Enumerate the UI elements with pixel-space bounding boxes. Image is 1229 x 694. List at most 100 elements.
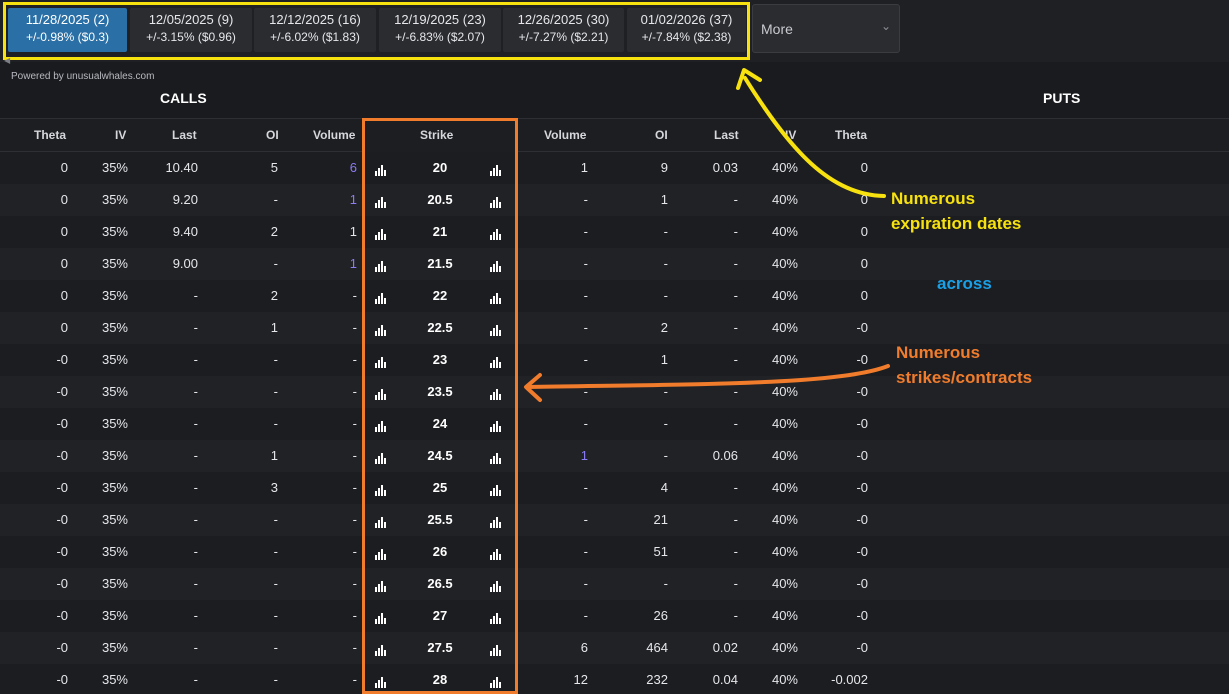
call-chart-icon[interactable] bbox=[375, 643, 386, 656]
put-chart-icon[interactable] bbox=[490, 643, 501, 656]
call-chart-icon[interactable] bbox=[375, 355, 386, 368]
call-chart-icon[interactable] bbox=[375, 675, 386, 688]
table-row[interactable]: -0 35% - - -12 232 0.04 40% -0.002 bbox=[0, 664, 1229, 694]
header-put-iv[interactable]: IV bbox=[785, 128, 796, 142]
cell-call-iv: 35% bbox=[101, 288, 128, 303]
strike-price: 25 bbox=[432, 480, 448, 495]
table-row[interactable]: -0 35% -1-1-0.06 40% -0 bbox=[0, 440, 1229, 472]
strike-cell[interactable]: 21 bbox=[365, 216, 515, 248]
call-chart-icon[interactable] bbox=[375, 227, 386, 240]
put-chart-icon[interactable] bbox=[490, 547, 501, 560]
header-put-last[interactable]: Last bbox=[714, 128, 739, 142]
table-row[interactable]: 0 35% 9.20-1-1-40% 0 bbox=[0, 184, 1229, 216]
call-chart-icon[interactable] bbox=[375, 163, 386, 176]
expiration-tab-11-28-2025[interactable]: 11/28/2025 (2) +/-0.98% ($0.3) bbox=[8, 8, 127, 52]
strike-cell[interactable]: 25 bbox=[365, 472, 515, 504]
put-chart-icon[interactable] bbox=[490, 483, 501, 496]
expiration-tab-12-19-2025[interactable]: 12/19/2025 (23) +/-6.83% ($2.07) bbox=[379, 8, 501, 52]
header-call-theta[interactable]: Theta bbox=[34, 128, 66, 142]
cell-call-iv: 35% bbox=[101, 672, 128, 687]
expiration-tab-01-02-2026[interactable]: 01/02/2026 (37) +/-7.84% ($2.38) bbox=[627, 8, 746, 52]
expected-move: +/-3.15% ($0.96) bbox=[146, 30, 236, 44]
call-chart-icon[interactable] bbox=[375, 323, 386, 336]
call-chart-icon[interactable] bbox=[375, 483, 386, 496]
put-chart-icon[interactable] bbox=[490, 579, 501, 592]
call-chart-icon[interactable] bbox=[375, 387, 386, 400]
header-strike[interactable]: Strike bbox=[420, 128, 453, 142]
put-chart-icon[interactable] bbox=[490, 323, 501, 336]
put-chart-icon[interactable] bbox=[490, 515, 501, 528]
put-chart-icon[interactable] bbox=[490, 387, 501, 400]
put-chart-icon[interactable] bbox=[490, 451, 501, 464]
header-call-iv[interactable]: IV bbox=[115, 128, 126, 142]
cell-put-volume: 6 bbox=[580, 640, 588, 655]
put-chart-icon[interactable] bbox=[490, 675, 501, 688]
put-chart-icon[interactable] bbox=[490, 259, 501, 272]
strike-cell[interactable]: 24 bbox=[365, 408, 515, 440]
header-put-theta[interactable]: Theta bbox=[835, 128, 867, 142]
expiration-tab-12-26-2025[interactable]: 12/26/2025 (30) +/-7.27% ($2.21) bbox=[503, 8, 624, 52]
strike-cell[interactable]: 25.5 bbox=[365, 504, 515, 536]
call-chart-icon[interactable] bbox=[375, 515, 386, 528]
strike-cell[interactable]: 23.5 bbox=[365, 376, 515, 408]
call-chart-icon[interactable] bbox=[375, 451, 386, 464]
header-call-oi[interactable]: OI bbox=[266, 128, 279, 142]
cell-put-iv: 40% bbox=[771, 224, 798, 239]
table-row[interactable]: 0 35% -1- -2-40% -0 bbox=[0, 312, 1229, 344]
put-chart-icon[interactable] bbox=[490, 163, 501, 176]
strike-cell[interactable]: 20.5 bbox=[365, 184, 515, 216]
call-chart-icon[interactable] bbox=[375, 195, 386, 208]
strike-cell[interactable]: 20 bbox=[365, 152, 515, 184]
more-expirations-dropdown[interactable]: More ⌄ bbox=[752, 4, 900, 53]
table-row[interactable]: 0 35% 9.00-1- - -40% 0 bbox=[0, 248, 1229, 280]
table-row[interactable]: -0 35% - - - - - -40% -0 bbox=[0, 568, 1229, 600]
table-row[interactable]: 0 35% 10.40 5 6 1 9 0.03 40% 0 bbox=[0, 152, 1229, 184]
strike-cell[interactable]: 28 bbox=[365, 664, 515, 694]
call-chart-icon[interactable] bbox=[375, 419, 386, 432]
header-call-last[interactable]: Last bbox=[172, 128, 197, 142]
put-chart-icon[interactable] bbox=[490, 291, 501, 304]
table-row[interactable]: -0 35% - - -6 464 0.02 40% -0 bbox=[0, 632, 1229, 664]
cell-call-oi: - bbox=[273, 640, 278, 655]
call-chart-icon[interactable] bbox=[375, 547, 386, 560]
table-row[interactable]: -0 35% - - - -51-40% -0 bbox=[0, 536, 1229, 568]
put-chart-icon[interactable] bbox=[490, 355, 501, 368]
table-row[interactable]: 0 35% -2- - - -40% 0 bbox=[0, 280, 1229, 312]
strike-cell[interactable]: 27.5 bbox=[365, 632, 515, 664]
strike-price: 20 bbox=[432, 160, 448, 175]
strike-cell[interactable]: 22 bbox=[365, 280, 515, 312]
header-put-oi[interactable]: OI bbox=[655, 128, 668, 142]
table-row[interactable]: -0 35% - - - - - -40% -0 bbox=[0, 376, 1229, 408]
put-chart-icon[interactable] bbox=[490, 195, 501, 208]
call-chart-icon[interactable] bbox=[375, 579, 386, 592]
header-put-volume[interactable]: Volume bbox=[544, 128, 586, 142]
strike-cell[interactable]: 26 bbox=[365, 536, 515, 568]
cell-call-iv: 35% bbox=[101, 416, 128, 431]
table-row[interactable]: -0 35% - - - - - -40% -0 bbox=[0, 408, 1229, 440]
strike-cell[interactable]: 24.5 bbox=[365, 440, 515, 472]
header-call-volume[interactable]: Volume bbox=[313, 128, 355, 142]
strike-cell[interactable]: 27 bbox=[365, 600, 515, 632]
strike-cell[interactable]: 21.5 bbox=[365, 248, 515, 280]
strike-cell[interactable]: 22.5 bbox=[365, 312, 515, 344]
table-row[interactable]: -0 35% - - - -21-40% -0 bbox=[0, 504, 1229, 536]
call-chart-icon[interactable] bbox=[375, 291, 386, 304]
call-chart-icon[interactable] bbox=[375, 259, 386, 272]
table-row[interactable]: 0 35% 9.40 2 1- - -40% 0 bbox=[0, 216, 1229, 248]
strike-cell[interactable]: 23 bbox=[365, 344, 515, 376]
put-chart-icon[interactable] bbox=[490, 227, 501, 240]
put-chart-icon[interactable] bbox=[490, 419, 501, 432]
cell-call-iv: 35% bbox=[101, 384, 128, 399]
expiration-tab-12-05-2025[interactable]: 12/05/2025 (9) +/-3.15% ($0.96) bbox=[130, 8, 252, 52]
table-row[interactable]: -0 35% - - - -26-40% -0 bbox=[0, 600, 1229, 632]
table-row[interactable]: -0 35% - - - -1-40% -0 bbox=[0, 344, 1229, 376]
put-chart-icon[interactable] bbox=[490, 611, 501, 624]
table-row[interactable]: -0 35% -3- -4-40% -0 bbox=[0, 472, 1229, 504]
cell-call-volume: - bbox=[352, 352, 357, 367]
call-chart-icon[interactable] bbox=[375, 611, 386, 624]
expected-move: +/-7.27% ($2.21) bbox=[518, 30, 609, 44]
strike-cell[interactable]: 26.5 bbox=[365, 568, 515, 600]
cell-call-iv: 35% bbox=[101, 512, 128, 527]
expiration-tab-12-12-2025[interactable]: 12/12/2025 (16) +/-6.02% ($1.83) bbox=[254, 8, 376, 52]
scroll-left-icon[interactable]: ◀ bbox=[4, 56, 10, 65]
